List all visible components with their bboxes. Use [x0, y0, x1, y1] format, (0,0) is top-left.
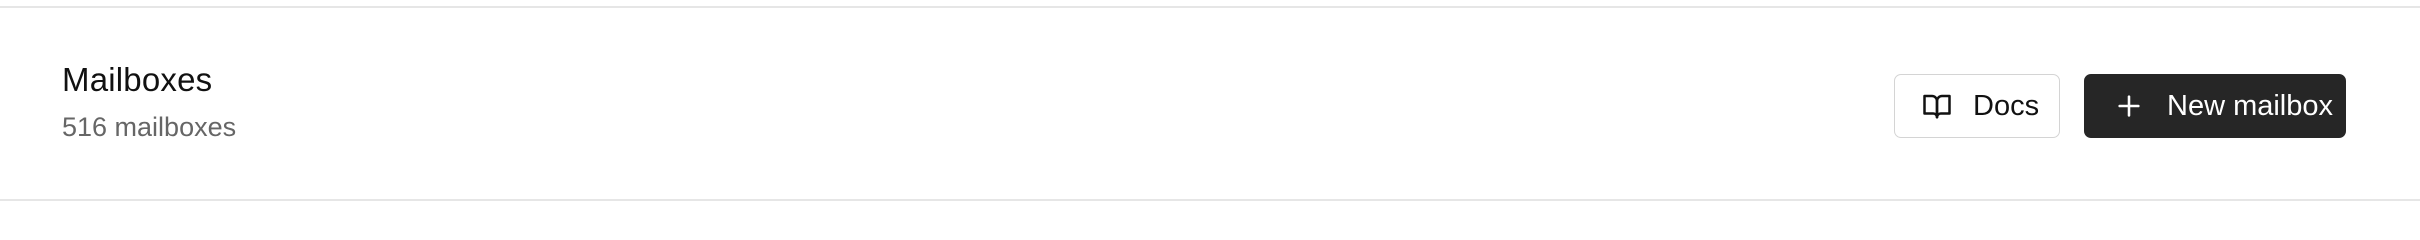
mailboxes-header: Mailboxes 516 mailboxes Docs New mailbox: [62, 8, 2346, 199]
plus-icon: [2113, 90, 2145, 122]
docs-button[interactable]: Docs: [1894, 74, 2060, 138]
new-mailbox-button-label: New mailbox: [2167, 89, 2333, 122]
docs-button-label: Docs: [1973, 89, 2040, 122]
book-open-icon: [1921, 90, 1953, 122]
new-mailbox-button[interactable]: New mailbox: [2084, 74, 2346, 138]
title-block: Mailboxes 516 mailboxes: [62, 60, 236, 144]
header-actions: Docs New mailbox: [1894, 74, 2346, 138]
page-header-panel: Mailboxes 516 mailboxes Docs New mailbox: [0, 0, 2420, 202]
mailbox-count: 516 mailboxes: [62, 111, 237, 142]
bottom-divider: [0, 199, 2420, 201]
page-title: Mailboxes: [62, 60, 213, 98]
